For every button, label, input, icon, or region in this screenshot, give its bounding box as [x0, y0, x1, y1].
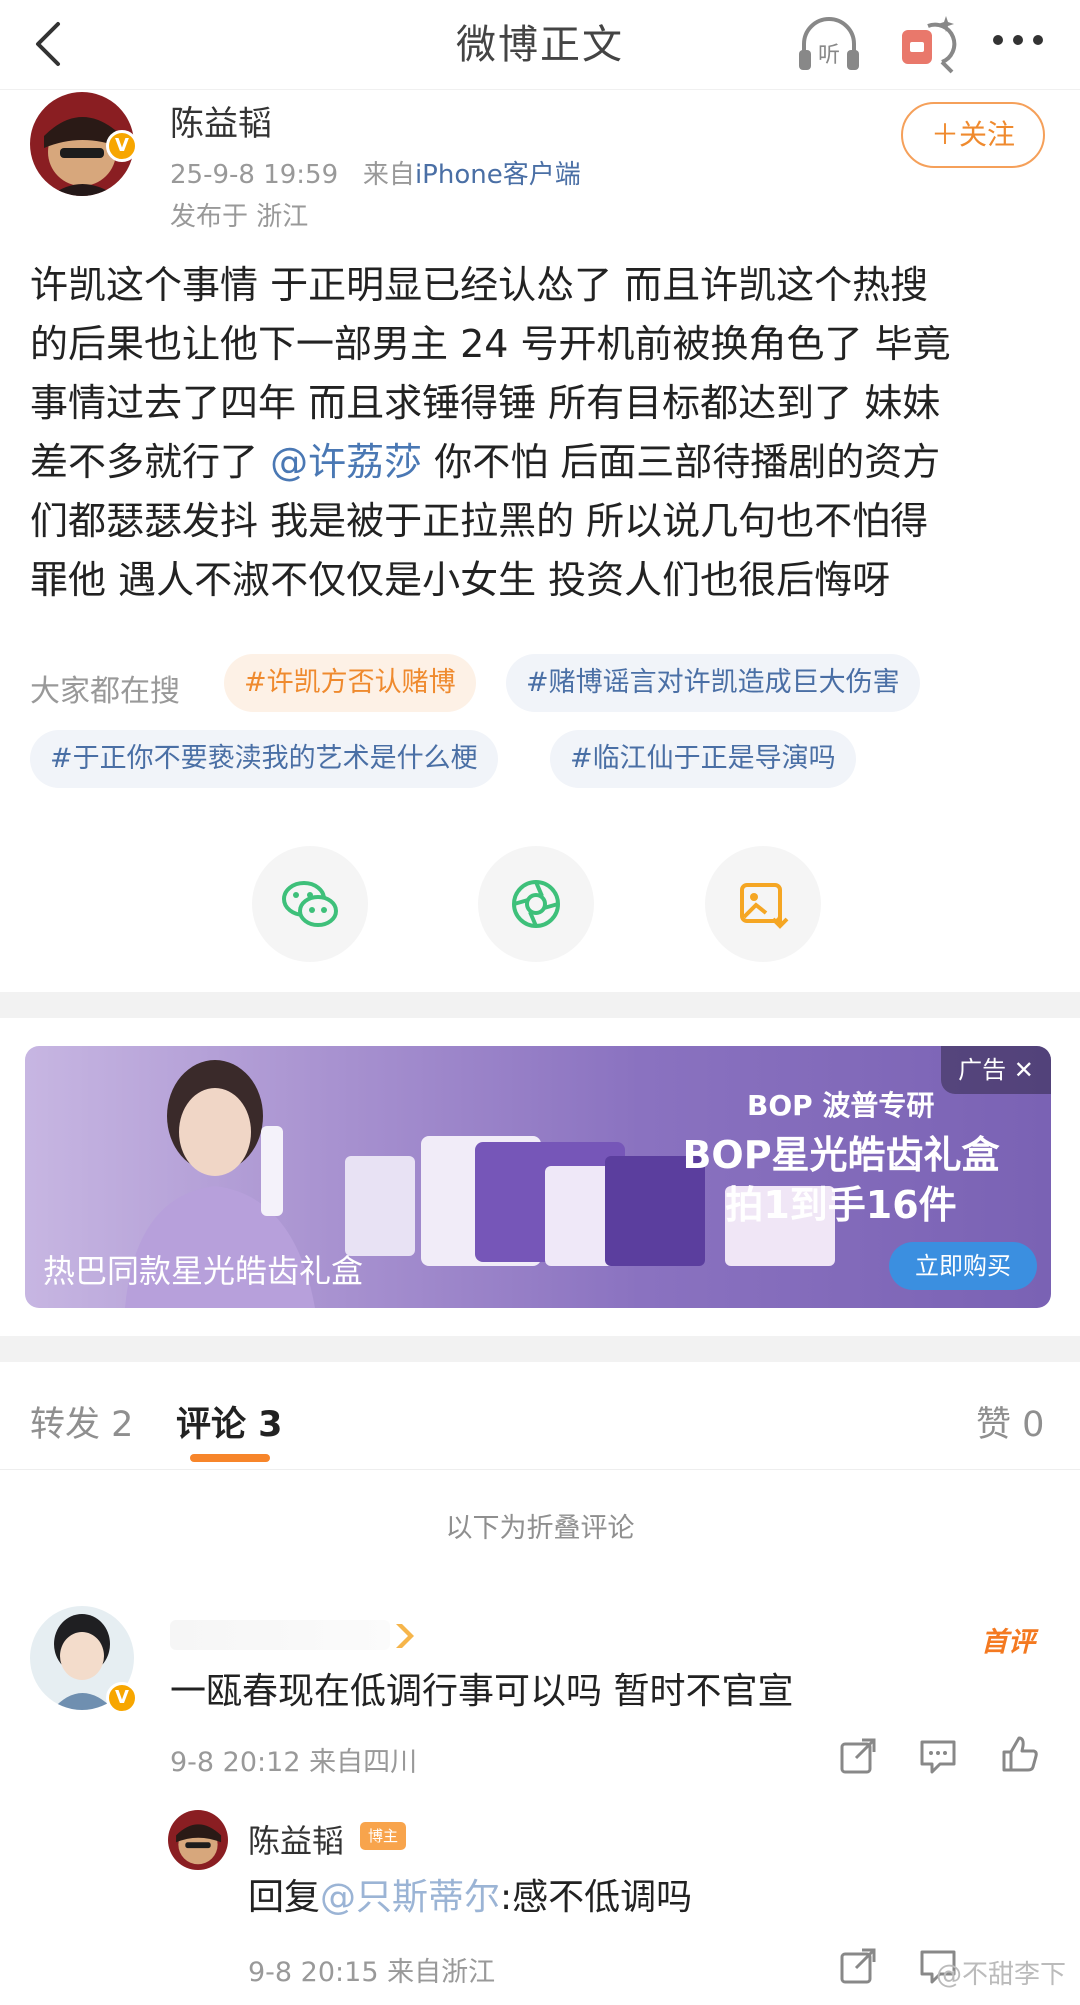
- reply-prefix: 回复: [248, 1877, 321, 1918]
- comment-tabs: 转发 2 评论 3 赞 0: [0, 1360, 1080, 1470]
- svg-text:听: 听: [818, 43, 840, 68]
- reply-suffix: :感不低调吗: [500, 1877, 693, 1918]
- post-line: 差不多就行了 @许荔莎 你不怕 后面三部待播剧的资方: [30, 433, 1040, 492]
- commenter-name-blurred: [170, 1620, 390, 1650]
- ai-summary-icon[interactable]: [898, 12, 958, 74]
- section-divider: [0, 992, 1080, 1018]
- more-icon[interactable]: [988, 30, 1048, 50]
- first-comment-tag: 首评: [981, 1627, 1035, 1658]
- share-row: [0, 846, 1080, 966]
- reply-mention-link[interactable]: @只斯蒂尔: [320, 1877, 500, 1918]
- comment-meta: 9-8 20:12 来自四川: [170, 1747, 418, 1778]
- author-badge: 博主: [360, 1822, 406, 1850]
- active-tab-indicator: [190, 1454, 270, 1462]
- follow-button[interactable]: ＋关注: [901, 102, 1045, 168]
- share-wechat-button[interactable]: [252, 846, 368, 962]
- moments-icon: [512, 880, 560, 928]
- ad-caption: 热巴同款星光皓齿礼盒: [43, 1252, 364, 1290]
- topic-chip[interactable]: #于正你不要亵渎我的艺术是什么梗: [30, 730, 498, 788]
- verified-badge-icon: V: [106, 130, 138, 162]
- post-line-segment: 你不怕 后面三部待播剧的资方: [434, 440, 941, 484]
- post-line-segment: 差不多就行了: [30, 440, 259, 484]
- post-line: 罪他 遇人不淑不仅仅是小女生 投资人们也很后悔呀: [30, 558, 891, 602]
- comment-item: V 首评 一瓯春现在低调行事可以吗 暂时不官宣 9-8 20:12 来自四川: [30, 1606, 1050, 1778]
- ad-headline: BOP星光皓齿礼盒 拍1到手16件: [671, 1130, 1011, 1230]
- post-author: V 陈益韬 25-9-8 19:59 来自iPhone客户端 发布于 浙江 ＋关…: [30, 92, 1050, 232]
- ad-brand: BOP 波普专研: [747, 1089, 935, 1122]
- author-name[interactable]: 陈益韬: [170, 96, 272, 145]
- reply-item: 陈益韬 博主 回复@只斯蒂尔:感不低调吗 9-8 20:15 来自浙江: [30, 1810, 1050, 1990]
- tab-like[interactable]: 赞 0: [976, 1396, 1044, 1447]
- like-icon[interactable]: [1000, 1734, 1040, 1774]
- topic-chip[interactable]: #许凯方否认赌博: [224, 654, 476, 712]
- post-location: 发布于 浙江: [170, 202, 309, 232]
- ad-banner[interactable]: 广告 ✕ BOP 波普专研 BOP星光皓齿礼盒 拍1到手16件 热巴同款星光皓齿…: [25, 1046, 1051, 1308]
- topic-chip[interactable]: #赌博谣言对许凯造成巨大伤害: [506, 654, 920, 712]
- comment-icon[interactable]: [918, 1736, 958, 1776]
- post-source-prefix: 来自: [362, 160, 415, 190]
- ad-headline-line: 拍1到手16件: [725, 1183, 957, 1227]
- post-line: 许凯这个事情 于正明显已经认怂了 而且许凯这个热搜: [30, 263, 929, 307]
- nav-bar: 微博正文 听: [0, 0, 1080, 90]
- repost-icon[interactable]: [838, 1946, 878, 1986]
- post-body: 许凯这个事情 于正明显已经认怂了 而且许凯这个热搜 的后果也让他下一部男主 24…: [30, 256, 1040, 610]
- listen-icon[interactable]: 听: [796, 14, 862, 74]
- reply-author-name[interactable]: 陈益韬: [248, 1816, 344, 1862]
- reply-avatar[interactable]: [168, 1810, 228, 1870]
- folded-comments-label: 以下为折叠评论: [445, 1513, 635, 1544]
- ad-buy-button[interactable]: 立即购买: [889, 1242, 1037, 1290]
- topic-chip[interactable]: #临江仙于正是导演吗: [550, 730, 856, 788]
- trending-label: 大家都在搜: [30, 674, 180, 709]
- post-line: 事情过去了四年 而且求锤得锤 所有目标都达到了 妹妹: [30, 381, 941, 425]
- post-line: 的后果也让他下一部男主 24 号开机前被换角色了 毕竟: [30, 322, 951, 366]
- tab-comment[interactable]: 评论 3: [176, 1396, 283, 1447]
- post-line: 们都瑟瑟发抖 我是被于正拉黑的 所以说几句也不怕得: [30, 499, 929, 543]
- member-badge-icon: [396, 1624, 414, 1648]
- section-divider: [0, 1336, 1080, 1362]
- repost-icon[interactable]: [838, 1736, 878, 1776]
- save-image-button[interactable]: [705, 846, 821, 962]
- reply-text: 回复@只斯蒂尔:感不低调吗: [248, 1868, 692, 1920]
- tab-repost[interactable]: 转发 2: [30, 1396, 133, 1447]
- ad-tag[interactable]: 广告 ✕: [941, 1046, 1051, 1094]
- ad-headline-line: BOP星光皓齿礼盒: [682, 1133, 1000, 1177]
- comment-text: 一瓯春现在低调行事可以吗 暂时不官宣: [170, 1671, 794, 1712]
- share-moments-button[interactable]: [478, 846, 594, 962]
- post-source[interactable]: iPhone客户端: [415, 160, 581, 190]
- reply-meta: 9-8 20:15 来自浙江: [248, 1957, 496, 1988]
- post-timestamp: 25-9-8 19:59: [170, 160, 339, 190]
- save-image-icon: [740, 883, 789, 929]
- mention-link[interactable]: @许荔莎: [270, 440, 422, 484]
- verified-badge-icon: V: [106, 1682, 138, 1714]
- wechat-icon: [282, 881, 338, 927]
- watermark-text: @不甜李下: [935, 1960, 1066, 1990]
- post-meta: 25-9-8 19:59 来自iPhone客户端: [170, 154, 581, 191]
